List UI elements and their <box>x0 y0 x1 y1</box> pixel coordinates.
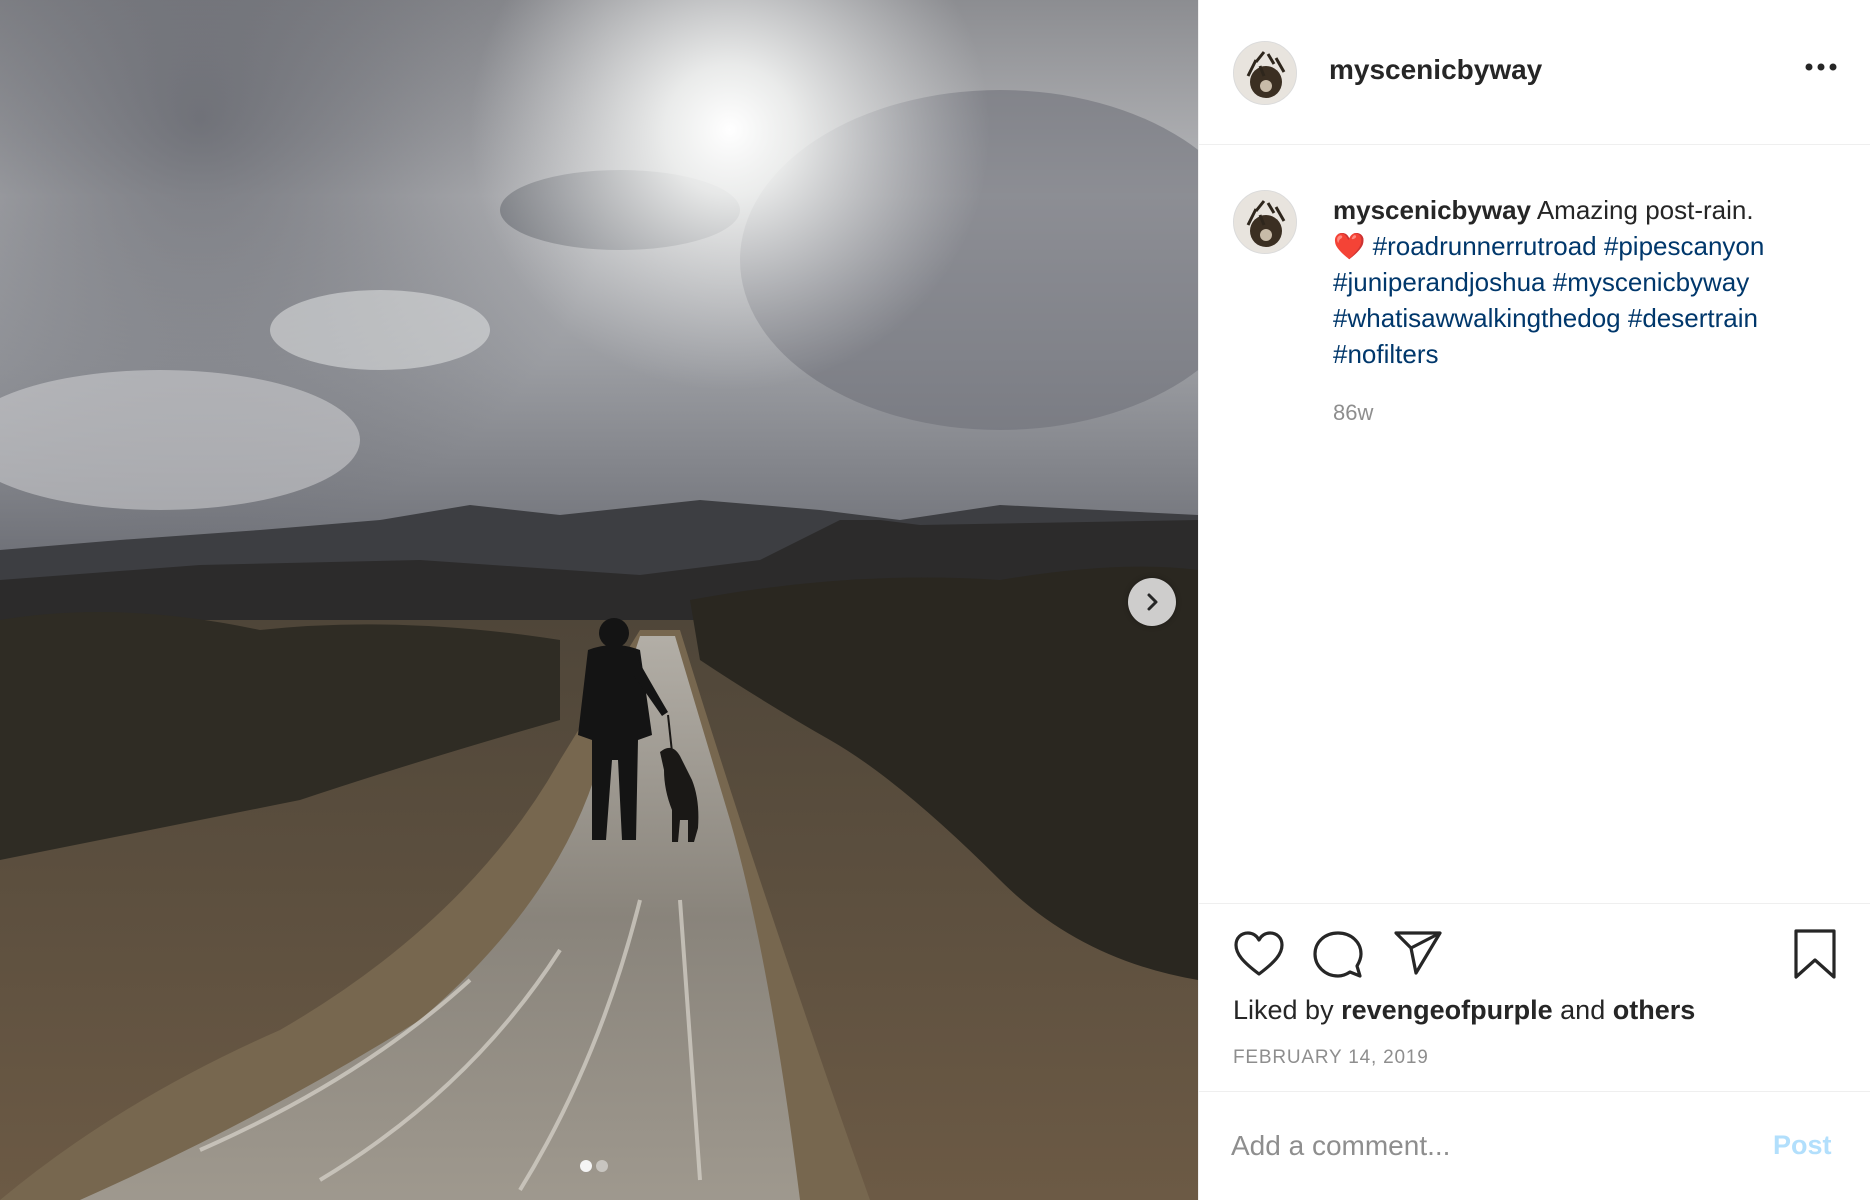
caption-username[interactable]: myscenicbyway <box>1333 195 1531 225</box>
hashtag-link[interactable]: #whatisawwalkingthedog <box>1333 303 1621 333</box>
profile-picture <box>1234 191 1296 253</box>
caption-text: Amazing post-rain. <box>1536 195 1754 225</box>
chevron-right-icon <box>1147 593 1158 611</box>
post-date[interactable]: FEBRUARY 14, 2019 <box>1233 1047 1429 1069</box>
instagram-post: myscenicbyway myscenicbyway Amazing post… <box>0 0 1870 1200</box>
hashtag-link[interactable]: #myscenicbyway <box>1553 267 1750 297</box>
hashtag-link[interactable]: #pipescanyon <box>1604 231 1764 261</box>
post-header: myscenicbyway <box>1199 0 1870 145</box>
comment-bar: Post <box>1199 1091 1870 1200</box>
liked-by-user-link[interactable]: revengeofpurple <box>1341 995 1553 1025</box>
carousel-dot <box>596 1160 608 1172</box>
carousel-indicator <box>580 1160 608 1172</box>
heart-emoji-icon: ❤️ <box>1333 231 1366 261</box>
likes-prefix: Liked by <box>1233 995 1334 1025</box>
likes-summary: Liked by revengeofpurple and others <box>1233 995 1695 1026</box>
next-photo-button[interactable] <box>1128 578 1176 626</box>
post-caption: myscenicbyway Amazing post-rain. ❤️ #roa… <box>1333 192 1843 372</box>
post-sidebar: myscenicbyway myscenicbyway Amazing post… <box>1198 0 1870 1200</box>
comment-icon[interactable] <box>1313 930 1363 980</box>
likes-others-link[interactable]: others <box>1613 995 1696 1025</box>
caption-avatar[interactable] <box>1233 190 1297 254</box>
bookmark-icon[interactable] <box>1793 928 1837 980</box>
post-time-ago[interactable]: 86w <box>1333 400 1373 426</box>
action-bar: Liked by revengeofpurple and others FEBR… <box>1199 903 1870 1093</box>
heart-icon[interactable] <box>1233 930 1285 978</box>
hashtag-link[interactable]: #juniperandjoshua <box>1333 267 1546 297</box>
more-options-icon[interactable] <box>1803 60 1839 74</box>
hashtag-link[interactable]: #roadrunnerrutroad <box>1373 231 1597 261</box>
comment-input[interactable] <box>1229 1120 1733 1172</box>
hashtag-link[interactable]: #nofilters <box>1333 339 1439 369</box>
header-username[interactable]: myscenicbyway <box>1329 54 1542 86</box>
avatar[interactable] <box>1233 41 1297 105</box>
paper-plane-icon[interactable] <box>1393 930 1443 976</box>
profile-picture <box>1234 42 1296 104</box>
desert-road-photo <box>0 0 1198 1200</box>
likes-conjunction: and <box>1560 995 1606 1025</box>
hashtag-link[interactable]: #desertrain <box>1628 303 1758 333</box>
post-comment-button[interactable]: Post <box>1773 1130 1832 1161</box>
carousel-dot-active <box>580 1160 592 1172</box>
post-photo[interactable] <box>0 0 1198 1200</box>
